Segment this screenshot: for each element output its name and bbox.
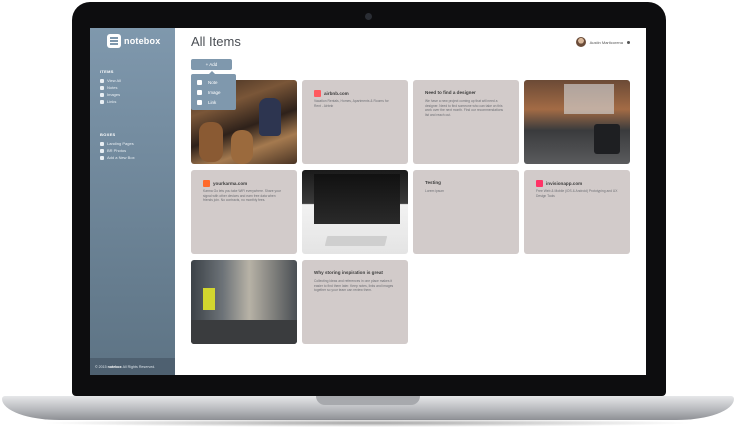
add-link-option[interactable]: Link [197,97,230,107]
camera-dot [365,13,372,20]
link-card-airbnb[interactable]: airbnb.com Vacation Rentals, Homes, Apar… [302,80,408,164]
image-card-office[interactable] [524,80,630,164]
image-card-hallway[interactable] [191,260,297,344]
note-card-designer[interactable]: Need to find a designer We have a new pr… [413,80,519,164]
notebox-logo-icon [107,34,121,48]
sidebar-item-notes[interactable]: Notes [100,84,121,91]
link-card-invisionapp[interactable]: invisionapp.com Free Web & Mobile (iOS &… [524,170,630,254]
sidebar: notebox ITEMS View All Notes Images Link… [90,28,175,375]
app-screen: notebox ITEMS View All Notes Images Link… [90,28,646,375]
sidebar-item-view-all[interactable]: View All [100,77,121,84]
boxes-nav: Landing Pages BR Photos Add a New Box [100,140,135,161]
box-icon [100,141,104,146]
sidebar-footer: © 2015 notebox All Rights Reserved. [90,358,175,375]
sidebar-add-box[interactable]: Add a New Box [100,154,135,161]
box-icon [100,148,104,153]
logo[interactable]: notebox [107,34,160,48]
airbnb-icon [314,90,321,97]
items-section-title: ITEMS [100,69,114,74]
avatar [575,37,586,47]
user-name: Austin Marticorena [589,39,623,45]
sidebar-item-images[interactable]: Images [100,91,121,98]
page-title: All Items [191,34,241,49]
items-nav: View All Notes Images Links [100,77,121,105]
add-button[interactable]: + Add [191,59,232,70]
note-icon [100,85,104,90]
user-menu[interactable]: Austin Marticorena [575,37,630,47]
note-card-testing[interactable]: Testing Lorem ipsum [413,170,519,254]
grid-icon [100,78,104,83]
link-icon [197,99,202,105]
note-card-inspiration[interactable]: Why storing inspiration is great Collect… [302,260,408,344]
image-card-desk[interactable] [302,170,408,254]
add-image-option[interactable]: Image [197,87,230,97]
link-card-yourkarma[interactable]: yourkarma.com Karma Go lets you take WiF… [191,170,297,254]
laptop-shadow [40,419,696,427]
note-icon [197,79,202,85]
sidebar-item-links[interactable]: Links [100,98,121,105]
invision-icon [536,180,543,187]
link-icon [100,99,104,104]
image-icon [197,89,202,95]
logo-text: notebox [124,36,161,46]
image-icon [100,92,104,97]
sidebar-box-br-photos[interactable]: BR Photos [100,147,135,154]
plus-box-icon [100,155,104,160]
add-note-option[interactable]: Note [197,77,230,87]
add-dropdown-menu: Note Image Link [191,71,236,110]
sidebar-box-landing-pages[interactable]: Landing Pages [100,140,135,147]
boxes-section-title: BOXES [100,132,116,137]
laptop-notch [316,396,420,405]
laptop-mockup: notebox ITEMS View All Notes Images Link… [0,0,736,433]
yourkarma-icon [203,180,210,187]
settings-icon[interactable] [627,40,630,44]
